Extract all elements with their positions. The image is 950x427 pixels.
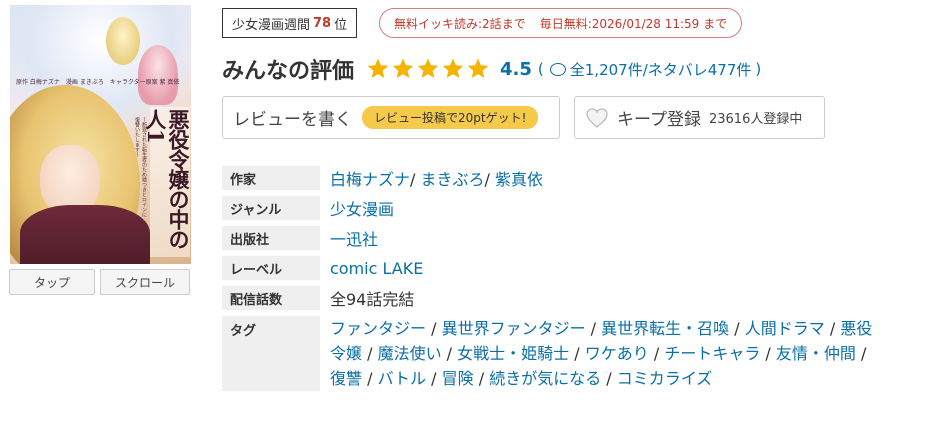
label-label: レーベル <box>222 256 320 280</box>
tag-link[interactable]: 女戦士・姫騎士 <box>457 344 569 363</box>
keep-label: キープ登録 <box>617 110 701 130</box>
author-label: 作家 <box>222 166 320 190</box>
star-icon <box>416 57 440 81</box>
cover-boy <box>106 17 140 65</box>
label-link[interactable]: comic LAKE <box>330 259 423 278</box>
info-row-tags: タグ ファンタジー / 異世界ファンタジー / 異世界転生・召喚 / 人間ドラマ… <box>222 316 880 391</box>
tag-link[interactable]: 冒険 <box>442 369 474 388</box>
rating-stars <box>366 57 490 81</box>
keep-button[interactable]: キープ登録 23616人登録中 <box>574 96 825 139</box>
info-row-episodes: 配信話数 全94話完結 <box>222 286 880 310</box>
tag-link[interactable]: バトル <box>378 369 426 388</box>
rating-score: 4.5 <box>500 58 532 80</box>
rating-row: みんなの評価 4.5 ( 全1,207件/ネタバレ477件 ) <box>222 52 761 86</box>
tag-link[interactable]: 友情・仲間 <box>776 344 856 363</box>
heart-icon <box>585 107 609 129</box>
cover-volume: 1 <box>142 129 168 143</box>
free-binge-text: 無料イッキ読み:2話まで <box>394 16 526 31</box>
cover-credits: 原作 白梅ナズナ 漫画 まきぶろ キャラクター原案 紫 真依 <box>16 77 186 86</box>
ranking-prefix: 少女漫画週間 <box>232 17 311 33</box>
cover-dress <box>20 205 150 264</box>
episodes-value: 全94話完結 <box>330 290 415 309</box>
free-reading-badge: 無料イッキ読み:2話まで 毎日無料:2026/01/28 11:59 まで <box>379 8 743 38</box>
tags-label: タグ <box>222 316 320 391</box>
half-star-icon <box>466 57 490 81</box>
info-table: 作家 白梅ナズナ/ まきぶろ/ 紫真依 ジャンル 少女漫画 出版社 一迅社 レー… <box>222 160 880 397</box>
tag-link[interactable]: 異世界転生・召喚 <box>601 319 729 338</box>
star-icon <box>391 57 415 81</box>
ranking-number: 78 <box>313 15 332 31</box>
star-icon <box>366 57 390 81</box>
paren-open: ( <box>537 60 544 78</box>
tag-link[interactable]: 続きが気になる <box>489 369 601 388</box>
speech-bubble-icon <box>549 62 566 76</box>
cover-credit: 原作 白梅ナズナ <box>16 79 60 86</box>
tag-link[interactable]: チートキャラ <box>664 344 760 363</box>
ranking-badge[interactable]: 少女漫画週間 78 位 <box>222 8 358 38</box>
genre-label: ジャンル <box>222 196 320 220</box>
genre-link[interactable]: 少女漫画 <box>330 200 394 219</box>
write-review-label: レビューを書く <box>233 110 352 130</box>
write-review-button[interactable]: レビューを書く レビュー投稿で20ptゲット! <box>222 96 560 139</box>
tags-values: ファンタジー / 異世界ファンタジー / 異世界転生・召喚 / 人間ドラマ / … <box>330 319 873 388</box>
cover-title: 悪役令嬢の中の人1 <box>143 107 191 257</box>
cover-credit: キャラクター原案 紫 真依 <box>109 79 180 86</box>
tag-link[interactable]: コミカライズ <box>617 369 713 388</box>
tag-link[interactable]: 人間ドラマ <box>745 319 825 338</box>
tag-link[interactable]: 異世界ファンタジー <box>442 319 586 338</box>
tag-link[interactable]: 魔法使い <box>378 344 442 363</box>
tag-link[interactable]: ファンタジー <box>330 319 426 338</box>
info-row-publisher: 出版社 一迅社 <box>222 226 880 250</box>
review-count-text: 全1,207件/ネタバレ477件 <box>569 60 752 79</box>
cover-credit: 漫画 まきぶろ <box>65 79 104 86</box>
rating-title: みんなの評価 <box>222 59 355 84</box>
keep-count: 23616人登録中 <box>708 112 803 127</box>
review-count-link[interactable]: ( 全1,207件/ネタバレ477件 ) <box>538 59 761 80</box>
daily-free-text: 毎日無料:2026/01/28 11:59 まで <box>539 16 728 31</box>
author-link[interactable]: まきぶろ <box>421 170 485 189</box>
info-row-author: 作家 白梅ナズナ/ まきぶろ/ 紫真依 <box>222 166 880 190</box>
cover-girl <box>138 45 178 105</box>
tag-link[interactable]: 復讐 <box>330 369 362 388</box>
star-icon <box>441 57 465 81</box>
author-values: 白梅ナズナ/ まきぶろ/ 紫真依 <box>330 170 544 189</box>
scroll-button[interactable]: スクロール <box>100 269 190 295</box>
author-link[interactable]: 紫真依 <box>495 170 543 189</box>
paren-close: ) <box>755 60 762 78</box>
tag-link[interactable]: ワケあり <box>585 344 649 363</box>
tap-button[interactable]: タップ <box>9 269 95 295</box>
episodes-label: 配信話数 <box>222 286 320 310</box>
review-promo-badge: レビュー投稿で20ptゲット! <box>362 106 539 129</box>
info-row-genre: ジャンル 少女漫画 <box>222 196 880 220</box>
info-row-label: レーベル comic LAKE <box>222 256 880 280</box>
author-link[interactable]: 白梅ナズナ <box>330 170 410 189</box>
ranking-suffix: 位 <box>334 17 348 33</box>
publisher-link[interactable]: 一迅社 <box>330 230 378 249</box>
publisher-label: 出版社 <box>222 226 320 250</box>
cover-image[interactable]: 原作 白梅ナズナ 漫画 まきぶろ キャラクター原案 紫 真依 〜断罪された転生者… <box>10 5 191 264</box>
